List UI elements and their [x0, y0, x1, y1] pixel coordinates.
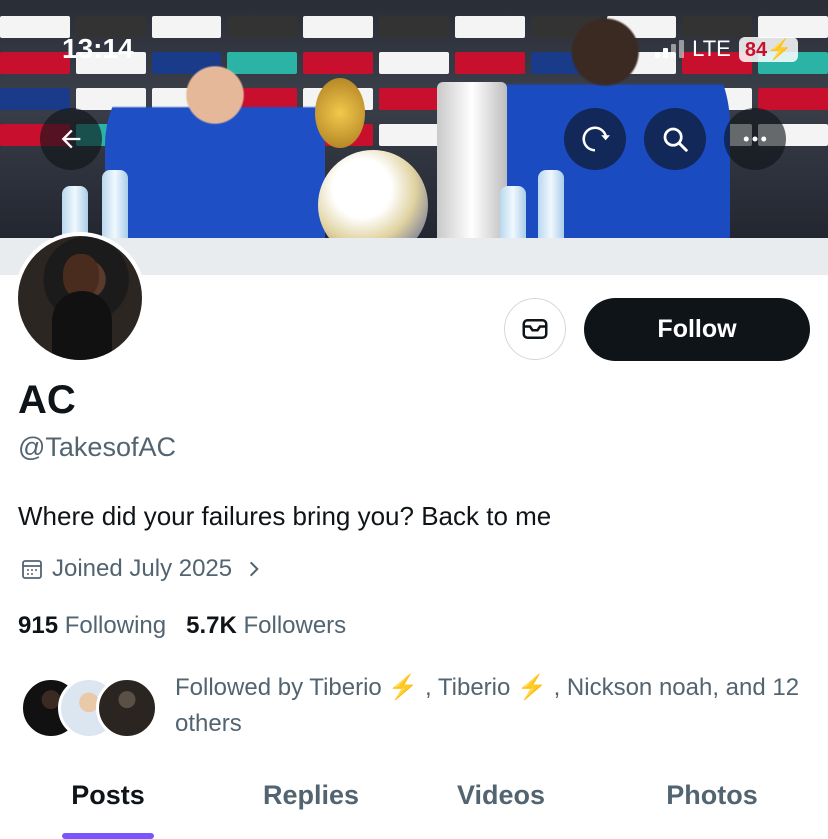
- followers-stat[interactable]: 5.7K Followers: [186, 612, 346, 640]
- battery-indicator: 84⚡: [738, 36, 798, 62]
- search-button[interactable]: [644, 108, 706, 170]
- arrow-left-icon: [61, 129, 81, 149]
- message-icon: [522, 319, 548, 339]
- profile-bio: Where did your failures bring you? Back …: [18, 501, 552, 531]
- profile-avatar[interactable]: [14, 232, 146, 364]
- signal-icon: [655, 40, 685, 58]
- following-count: 915: [18, 612, 59, 639]
- profile-name: AC: [18, 378, 76, 422]
- player-left: [105, 40, 325, 260]
- tab-posts[interactable]: Posts: [0, 770, 216, 839]
- follow-button[interactable]: Follow: [584, 298, 810, 361]
- following-stat[interactable]: 915 Following: [18, 612, 166, 640]
- follow-stats: 915 Following 5.7K Followers: [18, 612, 346, 640]
- following-label: Following: [64, 612, 167, 639]
- followers-label: Followers: [243, 612, 347, 639]
- back-button[interactable]: [40, 108, 102, 170]
- network-type: LTE: [692, 36, 731, 61]
- followers-count: 5.7K: [186, 612, 237, 639]
- gold-trophy: [315, 78, 365, 148]
- more-button[interactable]: [724, 108, 786, 170]
- profile-handle: @TakesofAC: [18, 432, 176, 462]
- calendar-icon: [22, 560, 42, 579]
- refresh-icon: [582, 126, 610, 152]
- followed-by-avatars[interactable]: [20, 677, 160, 739]
- active-tab-indicator: [62, 833, 154, 839]
- status-time: 13:14: [62, 33, 134, 64]
- chevron-right-icon: [250, 561, 259, 577]
- tab-videos[interactable]: Videos: [406, 770, 596, 839]
- avatar: [96, 677, 158, 739]
- followed-by-text[interactable]: Followed by Tiberio ⚡ , Tiberio ⚡ , Nick…: [175, 670, 805, 742]
- profile-banner[interactable]: 13:14 LTE 84⚡: [0, 0, 828, 275]
- tab-photos[interactable]: Photos: [596, 770, 828, 839]
- battery-level: 84: [744, 38, 768, 61]
- message-button[interactable]: [504, 298, 566, 360]
- joined-text: Joined July 2025: [52, 555, 233, 582]
- profile-tabs: Posts Replies Videos Photos: [0, 770, 828, 839]
- status-indicators: LTE 84⚡: [655, 36, 798, 62]
- joined-date-row[interactable]: Joined July 2025: [20, 555, 264, 583]
- more-horizontal-icon: [743, 136, 767, 142]
- refresh-button[interactable]: [564, 108, 626, 170]
- tab-replies[interactable]: Replies: [216, 770, 406, 839]
- search-icon: [663, 127, 688, 152]
